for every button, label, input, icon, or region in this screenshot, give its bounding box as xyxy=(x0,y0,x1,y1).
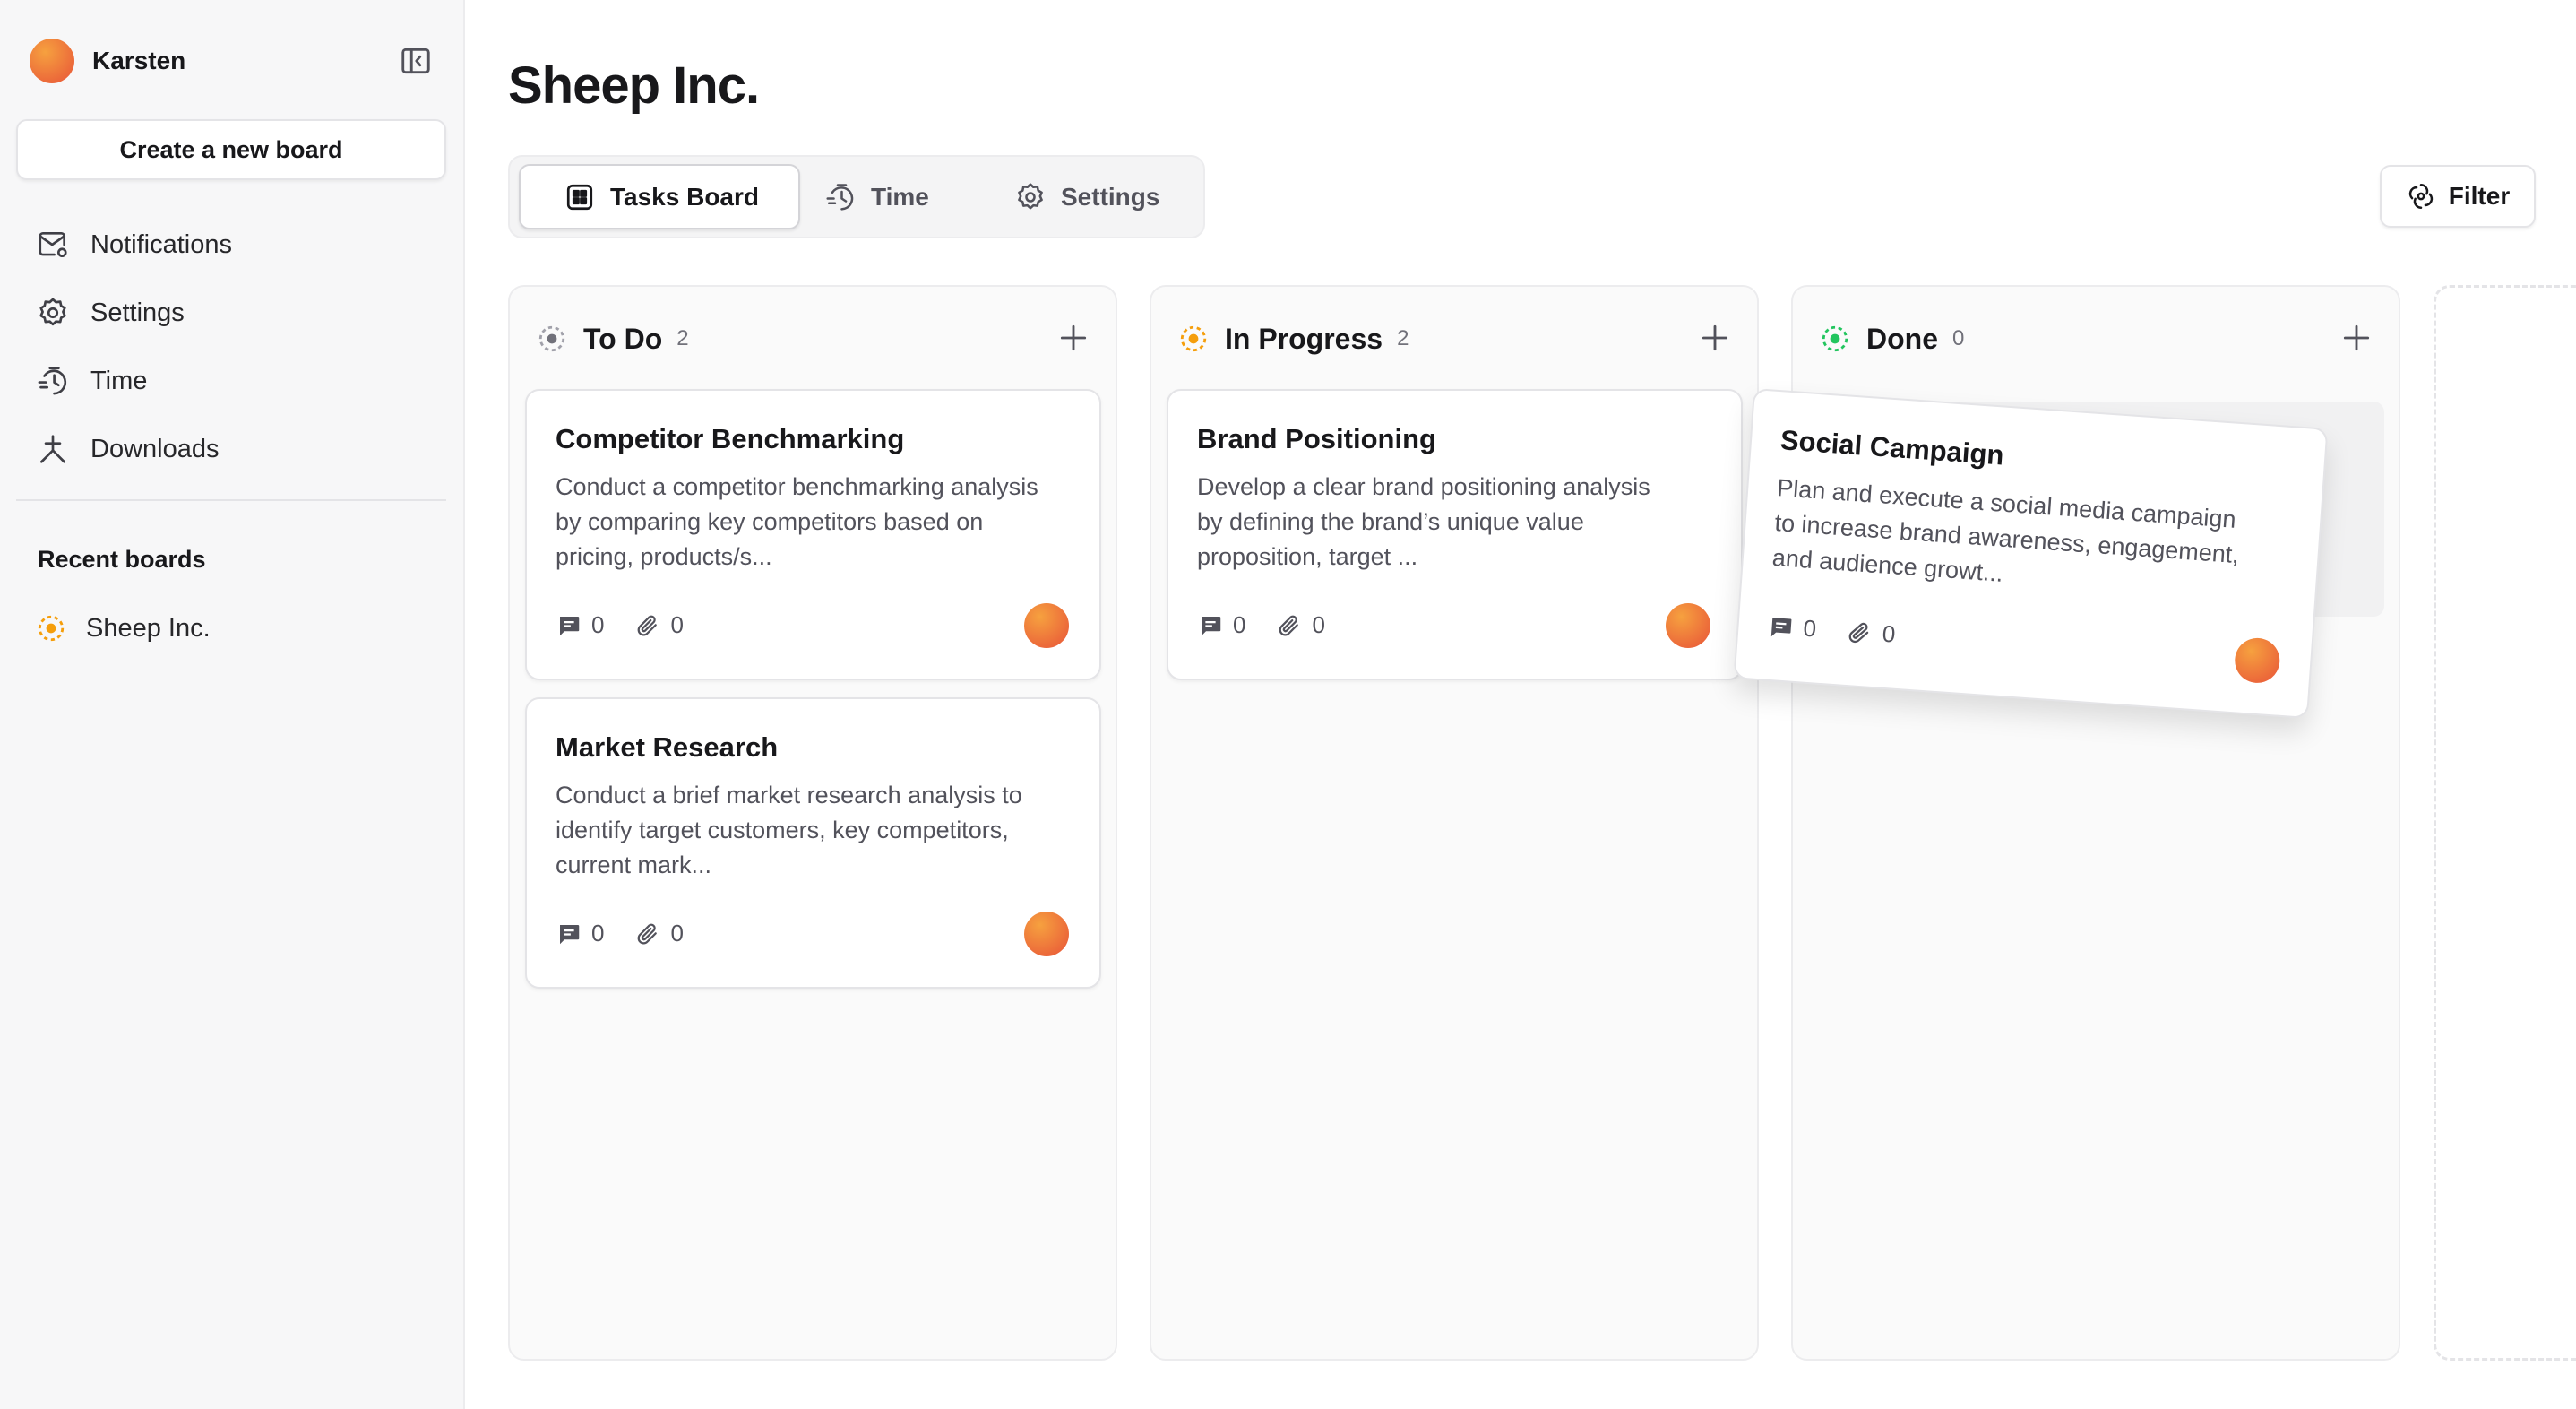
comment-icon xyxy=(1770,617,1792,636)
comment-icon xyxy=(560,616,580,635)
tab-settings[interactable]: Settings xyxy=(1014,164,1159,229)
tab-time[interactable]: Time xyxy=(824,164,929,229)
comment-count: 0 xyxy=(1233,611,1246,638)
comment-count: 0 xyxy=(1802,614,1818,643)
assignee-avatar[interactable] xyxy=(2233,636,2281,685)
filter-button[interactable]: Filter xyxy=(2380,165,2536,228)
filter-label: Filter xyxy=(2448,182,2511,210)
sidebar-item-settings[interactable]: Settings xyxy=(36,279,439,347)
tab-label: Settings xyxy=(1061,182,1160,211)
recent-board-item[interactable]: Sheep Inc. xyxy=(36,607,211,650)
mail-icon xyxy=(39,231,67,258)
assignee-avatar[interactable] xyxy=(1024,603,1069,648)
gear-icon xyxy=(1018,182,1043,209)
gear-icon xyxy=(39,298,66,326)
in-progress-status-icon xyxy=(1180,325,1207,352)
sidebar-item-downloads[interactable]: Downloads xyxy=(36,415,439,483)
card-description: Develop a clear brand positioning analys… xyxy=(1197,473,1650,570)
column-count: 2 xyxy=(676,326,689,350)
comment-icon xyxy=(1202,616,1221,635)
sidebar-item-label: Downloads xyxy=(90,434,220,463)
user-avatar xyxy=(30,39,74,83)
card-description: Plan and execute a social media campaign… xyxy=(1770,474,2240,587)
task-card[interactable]: Brand Positioning Develop a clear brand … xyxy=(1167,389,1743,680)
card-meta: 0 0 xyxy=(556,611,684,639)
timer-icon xyxy=(38,367,67,395)
paperclip-icon xyxy=(1279,615,1299,636)
column-todo: To Do 2 Competitor Benchmarking Conduct … xyxy=(508,285,1117,1361)
view-tabs: Tasks Board Time Settings xyxy=(508,155,1205,238)
column-header: Done 0 xyxy=(1820,321,1964,357)
column-title: To Do xyxy=(583,322,663,355)
paperclip-icon xyxy=(638,615,658,636)
app-root: Karsten Create a new board Notifications xyxy=(0,0,2576,1409)
page-title: Sheep Inc. xyxy=(508,56,760,115)
recent-boards-title: Recent boards xyxy=(38,546,206,573)
create-board-button[interactable]: Create a new board xyxy=(16,119,446,180)
todo-status-icon xyxy=(538,325,565,352)
download-icon xyxy=(39,435,66,463)
card-meta: 0 0 xyxy=(1767,612,1897,649)
sidebar-item-label: Settings xyxy=(90,298,185,327)
sidebar-item-time[interactable]: Time xyxy=(36,347,439,415)
assignee-avatar[interactable] xyxy=(1024,912,1069,956)
tab-label: Tasks Board xyxy=(610,182,759,211)
column-in-progress: In Progress 2 Brand Positioning Develop … xyxy=(1150,285,1759,1361)
card-title: Competitor Benchmarking xyxy=(556,423,905,454)
comment-icon xyxy=(560,924,580,944)
tab-label: Time xyxy=(871,182,929,211)
card-meta: 0 0 xyxy=(556,920,684,947)
recent-board-label: Sheep Inc. xyxy=(86,613,211,643)
sidebar-item-label: Time xyxy=(90,366,148,395)
comment-count: 0 xyxy=(591,611,605,638)
column-count: 0 xyxy=(1952,326,1965,350)
column-header: To Do 2 xyxy=(537,321,689,357)
in-progress-status-icon xyxy=(38,615,65,642)
column-title: Done xyxy=(1866,322,1938,355)
card-description: Conduct a competitor benchmarking analys… xyxy=(556,473,1038,570)
task-card[interactable]: Competitor Benchmarking Conduct a compet… xyxy=(525,389,1101,680)
sidebar: Karsten Create a new board Notifications xyxy=(0,0,465,1409)
column-count: 2 xyxy=(1397,326,1409,350)
add-card-icon[interactable] xyxy=(1056,321,1090,355)
paperclip-icon xyxy=(638,923,658,945)
attachment-count: 0 xyxy=(1881,619,1897,648)
dragging-task-card[interactable]: Social Campaign Plan and execute a socia… xyxy=(1733,387,2329,720)
tab-tasks-board[interactable]: Tasks Board xyxy=(519,164,800,229)
sidebar-divider xyxy=(16,499,446,501)
done-status-icon xyxy=(1822,325,1848,352)
sidebar-item-label: Notifications xyxy=(90,229,232,259)
card-title: Market Research xyxy=(556,731,779,763)
add-card-icon[interactable] xyxy=(1698,321,1732,355)
card-meta: 0 0 xyxy=(1197,611,1325,639)
paperclip-icon xyxy=(1849,622,1869,643)
comment-count: 0 xyxy=(591,920,605,947)
assignee-avatar[interactable] xyxy=(1666,603,1710,648)
card-description: Conduct a brief market research analysis… xyxy=(556,782,1022,878)
add-column-placeholder[interactable] xyxy=(2434,285,2576,1361)
task-card[interactable]: Market Research Conduct a brief market r… xyxy=(525,697,1101,989)
user-name: Karsten xyxy=(92,47,186,74)
timer-icon xyxy=(826,183,854,211)
add-card-icon[interactable] xyxy=(2339,321,2374,355)
collapse-sidebar-icon[interactable] xyxy=(399,44,433,78)
board-grid-icon xyxy=(566,184,593,210)
sidebar-item-notifications[interactable]: Notifications xyxy=(36,211,439,279)
attachment-count: 0 xyxy=(670,920,684,947)
card-title: Social Campaign xyxy=(1779,424,2005,471)
column-title: In Progress xyxy=(1225,322,1383,355)
column-header: In Progress 2 xyxy=(1178,321,1409,357)
sidebar-nav: Notifications Settings Time Downloads xyxy=(36,211,439,483)
filter-icon xyxy=(2408,183,2433,210)
user-profile[interactable]: Karsten xyxy=(30,39,433,83)
attachment-count: 0 xyxy=(1312,611,1325,638)
card-title: Brand Positioning xyxy=(1197,423,1436,454)
attachment-count: 0 xyxy=(670,611,684,638)
